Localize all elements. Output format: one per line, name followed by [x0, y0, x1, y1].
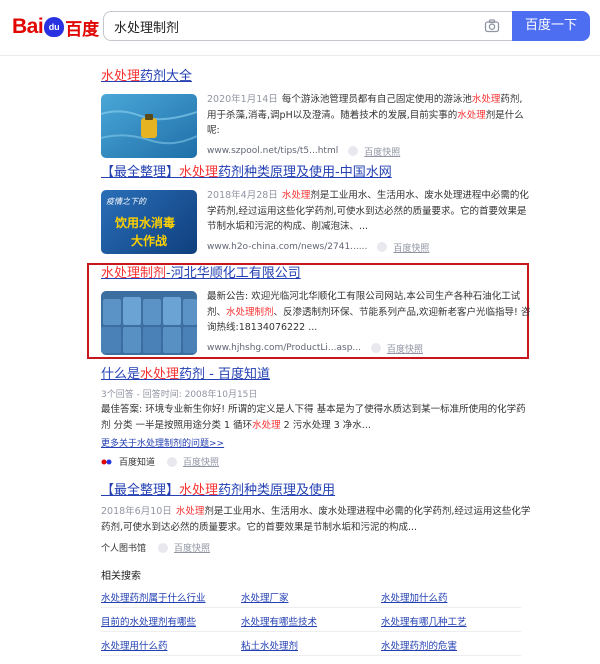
result-title-link[interactable]: 【最全整理】水处理药剂种类原理及使用-中国水网 — [101, 164, 531, 182]
thumb-caption: 饮用水消毒 — [115, 216, 176, 230]
source-name: 百度知道 — [119, 458, 156, 468]
baidu-logo[interactable]: Bai du 百度 — [12, 14, 99, 40]
search-result: 【最全整理】水处理药剂种类原理及使用-中国水网 疫情之下的 饮用水消毒 大作战 … — [101, 164, 531, 254]
result-body: 疫情之下的 饮用水消毒 大作战 2018年4月28日 水处理剂是工业用水、生活用水… — [101, 188, 531, 254]
result-url[interactable]: www.szpool.net/tips/t5...html — [207, 146, 338, 156]
related-link[interactable]: 水处理药剂属于什么行业 — [101, 590, 241, 608]
result-title-link[interactable]: 什么是水处理药剂 - 百度知道 — [101, 366, 531, 384]
title-segment: 药剂大全 — [140, 69, 193, 84]
shield-icon — [371, 343, 382, 353]
related-link[interactable]: 粘土水处理剂 — [241, 638, 381, 656]
shield-icon — [348, 146, 359, 156]
source-name: 个人图书馆 — [101, 544, 147, 554]
result-abstract: 最新公告: 欢迎光临河北华顺化工有限公司网站,本公司生产各种石油化工试剂、水处理… — [207, 289, 531, 336]
search-result: 水处理药剂大全 2020年1月14日 每个游泳池管理员都有自己固定使用的游泳池水处… — [101, 68, 531, 158]
result-abstract: 2018年6月10日 水处理剂是工业用水、生活用水、废水处理进程中必需的化学药剂,… — [101, 504, 531, 535]
result-date: 2020年1月14日 — [207, 94, 278, 105]
result-title-link[interactable]: 水处理制剂-河北华顺化工有限公司 — [101, 265, 531, 283]
related-link[interactable]: 目前的水处理剂有哪些 — [101, 614, 241, 632]
result-title-link[interactable]: 水处理药剂大全 — [101, 68, 531, 86]
result-body: 最新公告: 欢迎光临河北华顺化工有限公司网站,本公司生产各种石油化工试剂、水处理… — [101, 289, 531, 355]
search-input[interactable] — [114, 12, 474, 40]
abstract-highlight: 水处理 — [457, 109, 486, 121]
related-heading: 相关搜索 — [101, 571, 141, 582]
snapshot-link[interactable]: 百度快照 — [174, 541, 210, 554]
result-abstract: 2018年4月28日 水处理剂是工业用水、生活用水、废水处理进程中必需的化学药剂,… — [207, 188, 531, 235]
title-segment: 药剂种类原理及使用-中国水网 — [218, 165, 392, 180]
related-link[interactable]: 水处理厂家 — [241, 590, 381, 608]
snapshot-link[interactable]: 百度快照 — [393, 241, 429, 254]
result-date: 2018年4月28日 — [207, 190, 278, 201]
title-segment: 什么是 — [101, 367, 141, 382]
paw-icon: du — [44, 17, 65, 37]
search-result: 【最全整理】水处理药剂种类原理及使用 2018年6月10日 水处理剂是工业用水、生… — [101, 482, 531, 554]
abstract-highlight: 水处理 — [281, 190, 311, 201]
answer-meta: 3个回答 - 回答时间: 2008年10月15日 — [101, 390, 258, 400]
related-link[interactable]: 水处理用什么药 — [101, 638, 241, 656]
abstract-segment: 2 污水处理 3 净水... — [280, 419, 371, 431]
title-highlight: 水处理 — [101, 69, 141, 84]
result-url-row: www.hjhshg.com/ProductLi...asp... 百度快照 — [207, 342, 531, 355]
chemical-drums-thumbnail[interactable] — [101, 291, 197, 355]
more-questions-link[interactable]: 更多关于水处理制剂的问题>> — [101, 436, 531, 449]
snapshot-link[interactable]: 百度快照 — [183, 455, 219, 468]
title-segment: 药剂种类原理及使用 — [218, 483, 336, 498]
logo-text-du: 百度 — [65, 19, 100, 40]
shield-icon — [167, 456, 178, 467]
title-segment: -河北华顺化工有限公司 — [166, 266, 301, 281]
search-result: 水处理制剂-河北华顺化工有限公司 最新公告: 欢迎光临河北华顺化工有限公司网站,… — [101, 265, 531, 355]
result-body: 2020年1月14日 每个游泳池管理员都有自己固定使用的游泳池水处理药剂,用于杀藻… — [101, 92, 531, 158]
snapshot-link[interactable]: 百度快照 — [387, 342, 423, 355]
zhidao-icon — [101, 459, 112, 464]
title-segment: 【最全整理】 — [101, 165, 180, 180]
result-url-row: www.h2o-china.com/news/2741...... 百度快照 — [207, 241, 531, 254]
result-abstract: 最佳答案: 环境专业新生你好! 所谓的定义是人下得 基本是为了使得水质达到某一标… — [101, 402, 531, 433]
result-abstract: 2020年1月14日 每个游泳池管理员都有自己固定使用的游泳池水处理药剂,用于杀藻… — [207, 92, 531, 139]
pool-thumbnail[interactable] — [101, 94, 197, 158]
camera-icon[interactable] — [484, 18, 500, 34]
logo-text-bai: Bai — [12, 15, 44, 38]
title-highlight: 水处理制剂 — [101, 266, 167, 281]
drinking-water-thumbnail[interactable]: 疫情之下的 饮用水消毒 大作战 — [101, 190, 197, 254]
abstract-segment: 每个游泳池管理员都有自己固定使用的游泳池 — [281, 94, 472, 105]
search-header: Bai du 百度 百度一下 — [0, 0, 600, 56]
related-link[interactable]: 水处理药剂的危害 — [381, 638, 521, 656]
abstract-highlight: 水处理 — [175, 506, 205, 517]
result-source-row: 百度知道 百度快照 — [101, 455, 531, 468]
thumb-caption: 大作战 — [131, 234, 168, 248]
title-highlight: 水处理 — [179, 165, 219, 180]
related-link[interactable]: 水处理有哪几种工艺 — [381, 614, 521, 632]
abstract-highlight: 水处理 — [471, 94, 501, 105]
search-result: 什么是水处理药剂 - 百度知道 3个回答 - 回答时间: 2008年10月15日… — [101, 366, 531, 468]
result-source-row: 个人图书馆 百度快照 — [101, 541, 531, 554]
related-searches: 相关搜索 水处理药剂属于什么行业 水处理厂家 水处理加什么药 目前的水处理剂有哪… — [101, 567, 531, 656]
search-button[interactable]: 百度一下 — [512, 11, 590, 41]
result-title-link[interactable]: 【最全整理】水处理药剂种类原理及使用 — [101, 482, 531, 500]
title-segment: 【最全整理】 — [101, 483, 180, 498]
result-date: 2018年6月10日 — [101, 506, 172, 517]
abstract-highlight: 水处理制剂 — [226, 306, 274, 318]
title-segment: 药剂 - 百度知道 — [179, 367, 270, 382]
related-link[interactable]: 水处理加什么药 — [381, 590, 521, 608]
thumb-caption: 疫情之下的 — [106, 197, 146, 206]
title-highlight: 水处理 — [140, 367, 180, 382]
result-url[interactable]: www.h2o-china.com/news/2741...... — [207, 242, 367, 252]
snapshot-link[interactable]: 百度快照 — [364, 145, 400, 158]
abstract-highlight: 水处理 — [252, 419, 281, 431]
result-url-row: www.szpool.net/tips/t5...html 百度快照 — [207, 145, 531, 158]
related-grid: 水处理药剂属于什么行业 水处理厂家 水处理加什么药 目前的水处理剂有哪些 水处理… — [101, 590, 531, 656]
shield-icon — [158, 542, 169, 553]
title-highlight: 水处理 — [179, 483, 219, 498]
shield-icon — [377, 242, 388, 252]
result-url[interactable]: www.hjhshg.com/ProductLi...asp... — [207, 343, 361, 353]
search-box — [103, 11, 512, 41]
related-link[interactable]: 水处理有哪些技术 — [241, 614, 381, 632]
